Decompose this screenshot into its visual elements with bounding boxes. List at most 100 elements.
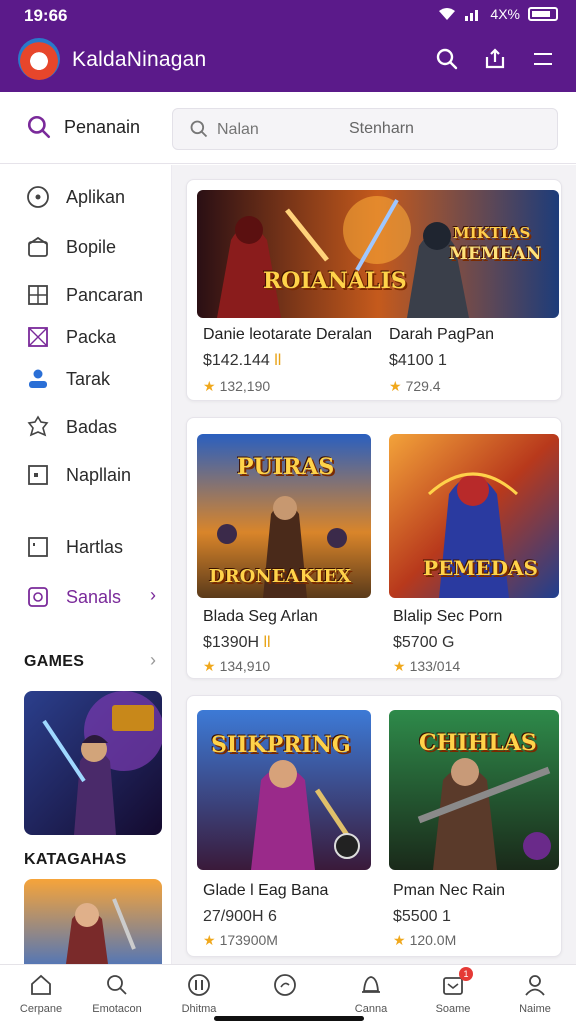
sidebar-item-label: Pancaran (66, 284, 144, 305)
circle-square-icon (24, 583, 52, 611)
sidebar-item-tarak[interactable]: Tarak (24, 359, 110, 399)
nav-label: Emotacon (92, 1003, 142, 1015)
sidebar-item-badas[interactable]: Badas (24, 407, 117, 447)
sidebar-item-sanals[interactable]: Sanals (24, 577, 121, 617)
nav-label: Dhitma (181, 1003, 217, 1015)
game-price: $4100 1 (389, 352, 447, 369)
cover-title-art: CHIHLAS (419, 730, 537, 756)
search-icon (190, 120, 208, 138)
game-thumbnail[interactable] (24, 691, 162, 835)
grid-icon (24, 281, 52, 309)
bell-icon (357, 971, 385, 999)
nav-search[interactable]: Emotacon (76, 971, 158, 1015)
sidebar-item-packa[interactable]: Packa (24, 317, 116, 357)
sidebar-item-hartlas[interactable]: Hartlas (24, 527, 123, 567)
sidebar-item-pancaran[interactable]: Pancaran (24, 275, 143, 315)
game-title[interactable]: Darah PagPan (389, 326, 494, 344)
nav-label: Cerpane (19, 1003, 63, 1015)
sidebar-item-label: Tarak (66, 368, 111, 389)
nav-home[interactable]: Cerpane (0, 971, 82, 1015)
app-bar: KaldaNinagan (0, 34, 576, 88)
sidebar-item-bopile[interactable]: Bopile (24, 227, 116, 267)
menu-icon[interactable] (528, 44, 558, 74)
sidebar-item-label: Sanals (66, 586, 122, 607)
cover-title-art: MIKTIAS (453, 224, 531, 242)
nav-soame[interactable]: 1 Soame (412, 967, 494, 1015)
sidebar-item-label: Bopile (66, 236, 117, 257)
signal-text: 4X% (490, 6, 520, 22)
cover-title-art: DRONEAKIEX (209, 566, 352, 587)
package-icon (24, 323, 52, 351)
game-price: $5700 G (393, 634, 455, 651)
star-icon: ★ (203, 658, 216, 674)
nav-profile[interactable]: Naime (494, 971, 576, 1015)
search-section[interactable]: Penanain (26, 114, 140, 140)
search-row: Penanain Stenharn (0, 92, 576, 164)
user-icon (24, 365, 52, 393)
bottom-nav: Cerpane Emotacon Dhitma Canna 1 Soame Na… (0, 964, 576, 1024)
star-icon: ★ (203, 378, 216, 394)
game-title[interactable]: Danie leotarate Deralan (203, 326, 372, 344)
chevron-right-icon[interactable]: › (150, 585, 156, 606)
sidebar-item-label: Badas (66, 416, 118, 437)
battery-icon (528, 7, 558, 21)
nav-dhitma[interactable]: Dhitma (158, 971, 240, 1015)
inbox-icon: 1 (439, 967, 473, 999)
game-title[interactable]: Blada Seg Arlan (203, 608, 318, 626)
game-title[interactable]: Glade l Eag Bana (203, 882, 328, 900)
game-card-pair: ROIANALIS MIKTIAS MEMEAN Danie leotarate… (186, 179, 562, 401)
home-indicator (214, 1016, 364, 1021)
search-icon (27, 115, 51, 139)
nav-label: Canna (354, 1003, 388, 1015)
game-cover[interactable]: PEMEDAS (389, 434, 559, 598)
sidebar: Aplikan Bopile Pancaran Packa Tarak Bada… (0, 165, 172, 965)
game-cover[interactable]: CHIHLAS (389, 710, 559, 870)
status-bar: 19:66 4X% (0, 0, 576, 30)
box-icon (24, 233, 52, 261)
sidebar-item-napllain[interactable]: Napllain (24, 455, 131, 495)
game-banner[interactable]: ROIANALIS MIKTIAS MEMEAN (197, 190, 559, 318)
game-cover[interactable]: PUIRAS DRONEAKIEX (197, 434, 371, 598)
search-hint: Stenharn (349, 120, 414, 137)
search-icon (103, 971, 131, 999)
star-icon: ★ (389, 378, 402, 394)
star-icon: ★ (393, 932, 406, 948)
search-icon[interactable] (432, 44, 462, 74)
section-games: GAMES (24, 653, 85, 670)
sidebar-item-aplikan[interactable]: Aplikan (24, 177, 125, 217)
game-price: $5500 1 (393, 908, 451, 925)
game-title[interactable]: Pman Nec Rain (393, 882, 505, 900)
window-icon (24, 461, 52, 489)
search-box[interactable]: Stenharn (172, 108, 558, 150)
signal-icon (465, 10, 479, 21)
game-cover[interactable]: SIIKPRING (197, 710, 371, 870)
chevron-right-icon[interactable]: › (150, 650, 156, 671)
nav-chat[interactable] (244, 971, 326, 1003)
home-icon (27, 971, 55, 999)
search-input[interactable] (217, 115, 337, 145)
status-time: 19:66 (24, 6, 68, 25)
cover-title-art: PUIRAS (237, 454, 335, 480)
game-rating: ★ 173900M (203, 932, 278, 948)
game-rating: ★ 132,190 (203, 378, 271, 394)
search-section-label: Penanain (64, 116, 141, 137)
game-grid: ROIANALIS MIKTIAS MEMEAN Danie leotarate… (172, 165, 576, 965)
game-price: $1390H ll (203, 634, 271, 651)
game-title[interactable]: Blalip Sec Porn (393, 608, 502, 626)
badge-icon (24, 413, 52, 441)
category-thumbnail[interactable] (24, 879, 162, 965)
star-icon: ★ (393, 658, 406, 674)
sidebar-item-label: Napllain (66, 464, 132, 485)
nav-canna[interactable]: Canna (330, 971, 412, 1015)
nav-label: Naime (519, 1003, 551, 1015)
game-rating: ★ 134,910 (203, 658, 271, 674)
game-card-pair: PUIRAS DRONEAKIEX PEMEDAS Blada Seg Arla… (186, 417, 562, 679)
cover-title-art: MEMEAN (449, 244, 542, 264)
share-icon[interactable] (480, 44, 510, 74)
section-categories: KATAGAHAS (24, 851, 127, 868)
notification-badge: 1 (459, 967, 473, 981)
cover-title-art: ROIANALIS (263, 268, 407, 294)
game-rating: ★ 133/014 (393, 658, 461, 674)
game-rating: ★ 729.4 (389, 378, 441, 394)
nav-label: Soame (435, 1003, 471, 1015)
